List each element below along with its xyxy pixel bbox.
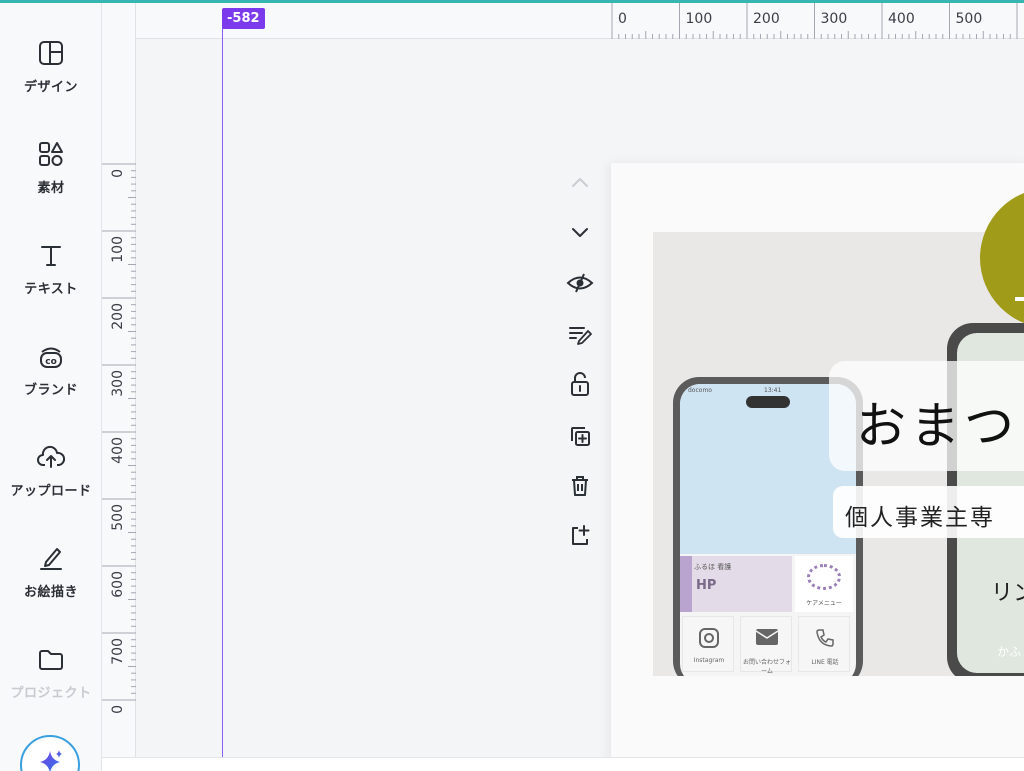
move-up-button[interactable] <box>566 169 594 197</box>
hide-page-button[interactable] <box>566 269 594 297</box>
ruler-tick-label: 300 <box>821 11 848 27</box>
sidebar-item-design[interactable]: デザイン <box>0 38 102 95</box>
ruler-tick-label: 600 <box>110 571 126 598</box>
phone-time: 13:41 <box>764 387 782 394</box>
sidebar-item-projects[interactable]: プロジェクト <box>0 644 102 701</box>
mail-icon <box>755 629 779 645</box>
guide-line[interactable] <box>222 28 223 758</box>
add-page-icon <box>572 525 590 545</box>
ruler-tick-label: 500 <box>110 504 126 531</box>
app-contact: お問い合わせフォーム <box>740 616 792 675</box>
chevron-down-icon <box>572 228 588 237</box>
sidebar-item-upload[interactable]: アップロード <box>0 442 102 499</box>
chevron-up-icon <box>572 178 588 187</box>
design-subtitle[interactable]: 個人事業主専 <box>845 498 995 532</box>
caption-on-phone: かふ <box>997 645 1022 659</box>
delete-page-button[interactable] <box>566 472 594 500</box>
design-title[interactable]: おまつ <box>856 386 1018 458</box>
sidebar-item-brand[interactable]: co ブランド <box>0 341 102 398</box>
ruler-ticks: 0 100 200 300 400 500 600 700 0 <box>102 163 136 714</box>
sidebar-item-label: テキスト <box>24 282 78 297</box>
ruler-corner <box>102 3 136 39</box>
phone-notch <box>746 396 790 408</box>
ruler-tick-label: 700 <box>110 638 126 665</box>
magic-sparkle-icon <box>40 750 62 771</box>
ruler-tick-label: 100 <box>686 11 713 27</box>
instagram-icon <box>699 628 719 648</box>
edit-notes-icon <box>569 327 592 345</box>
ruler-tick-label: 100 <box>110 236 126 263</box>
duplicate-icon <box>571 427 590 446</box>
editor-window: デザイン 素材 テキスト co ブランド アップロード お絵描き プロジェクト <box>0 0 1024 771</box>
ruler-tick-label: 200 <box>753 11 780 27</box>
sidebar-item-label: プロジェクト <box>10 686 92 701</box>
care-menu-card: ケアメニュー <box>795 556 853 612</box>
move-down-button[interactable] <box>566 218 594 246</box>
magic-ai-button[interactable] <box>20 735 80 771</box>
canvas-bottom-bar <box>102 757 1024 771</box>
sidebar-item-label: ブランド <box>23 383 78 398</box>
design-page[interactable]: docomo 13:41 ふるほ 看護 HP ケアメニュー Instagram <box>611 163 1024 771</box>
ruler-tick-label: 0 <box>618 11 627 27</box>
lock-page-button[interactable] <box>566 370 594 398</box>
brand-icon: co <box>40 347 62 368</box>
sidebar-item-label: 素材 <box>37 181 65 196</box>
cloud-upload-icon <box>37 445 66 468</box>
ruler-tick-label: 200 <box>110 303 126 330</box>
ruler-tick-label: 0 <box>110 169 126 178</box>
sidebar: デザイン 素材 テキスト co ブランド アップロード お絵描き プロジェクト <box>0 3 102 771</box>
guide-position-badge: -582 <box>222 8 265 29</box>
pen-icon <box>40 548 62 570</box>
sidebar-item-label: お絵描き <box>23 585 78 600</box>
app-instagram: Instagram <box>682 616 734 672</box>
sidebar-item-label: デザイン <box>23 80 78 95</box>
sidebar-item-label: アップロード <box>10 484 92 499</box>
ruler-tick-label: 500 <box>956 11 983 27</box>
page-notes-button[interactable] <box>566 320 594 348</box>
text-icon <box>41 246 61 266</box>
sidebar-item-draw[interactable]: お絵描き <box>0 543 102 600</box>
ruler-tick-label: 300 <box>110 370 126 397</box>
ruler-tick-label: 400 <box>110 437 126 464</box>
shapes-icon <box>39 142 63 166</box>
hp-banner: ふるほ 看護 HP <box>680 556 792 612</box>
phone-icon <box>816 629 834 647</box>
add-page-button[interactable] <box>566 521 594 549</box>
ruler-tick-label: 0 <box>110 705 126 714</box>
vertical-ruler[interactable]: 0 100 200 300 400 500 600 700 0 <box>102 39 136 757</box>
duplicate-page-button[interactable] <box>566 422 594 450</box>
layout-icon <box>39 41 63 65</box>
eye-hidden-icon <box>566 273 594 293</box>
app-line: LINE 電話 <box>798 616 850 672</box>
ruler-tick-label: 400 <box>888 11 915 27</box>
unlock-icon <box>571 372 589 396</box>
accent-circle-mark <box>1015 297 1024 301</box>
trash-icon <box>572 476 588 496</box>
sidebar-item-text[interactable]: テキスト <box>0 240 102 297</box>
link-button-text[interactable]: リン <box>991 575 1024 607</box>
folder-icon <box>39 650 63 670</box>
svg-text:co: co <box>45 357 57 367</box>
phone-status: docomo <box>688 387 712 394</box>
sidebar-item-elements[interactable]: 素材 <box>0 139 102 196</box>
